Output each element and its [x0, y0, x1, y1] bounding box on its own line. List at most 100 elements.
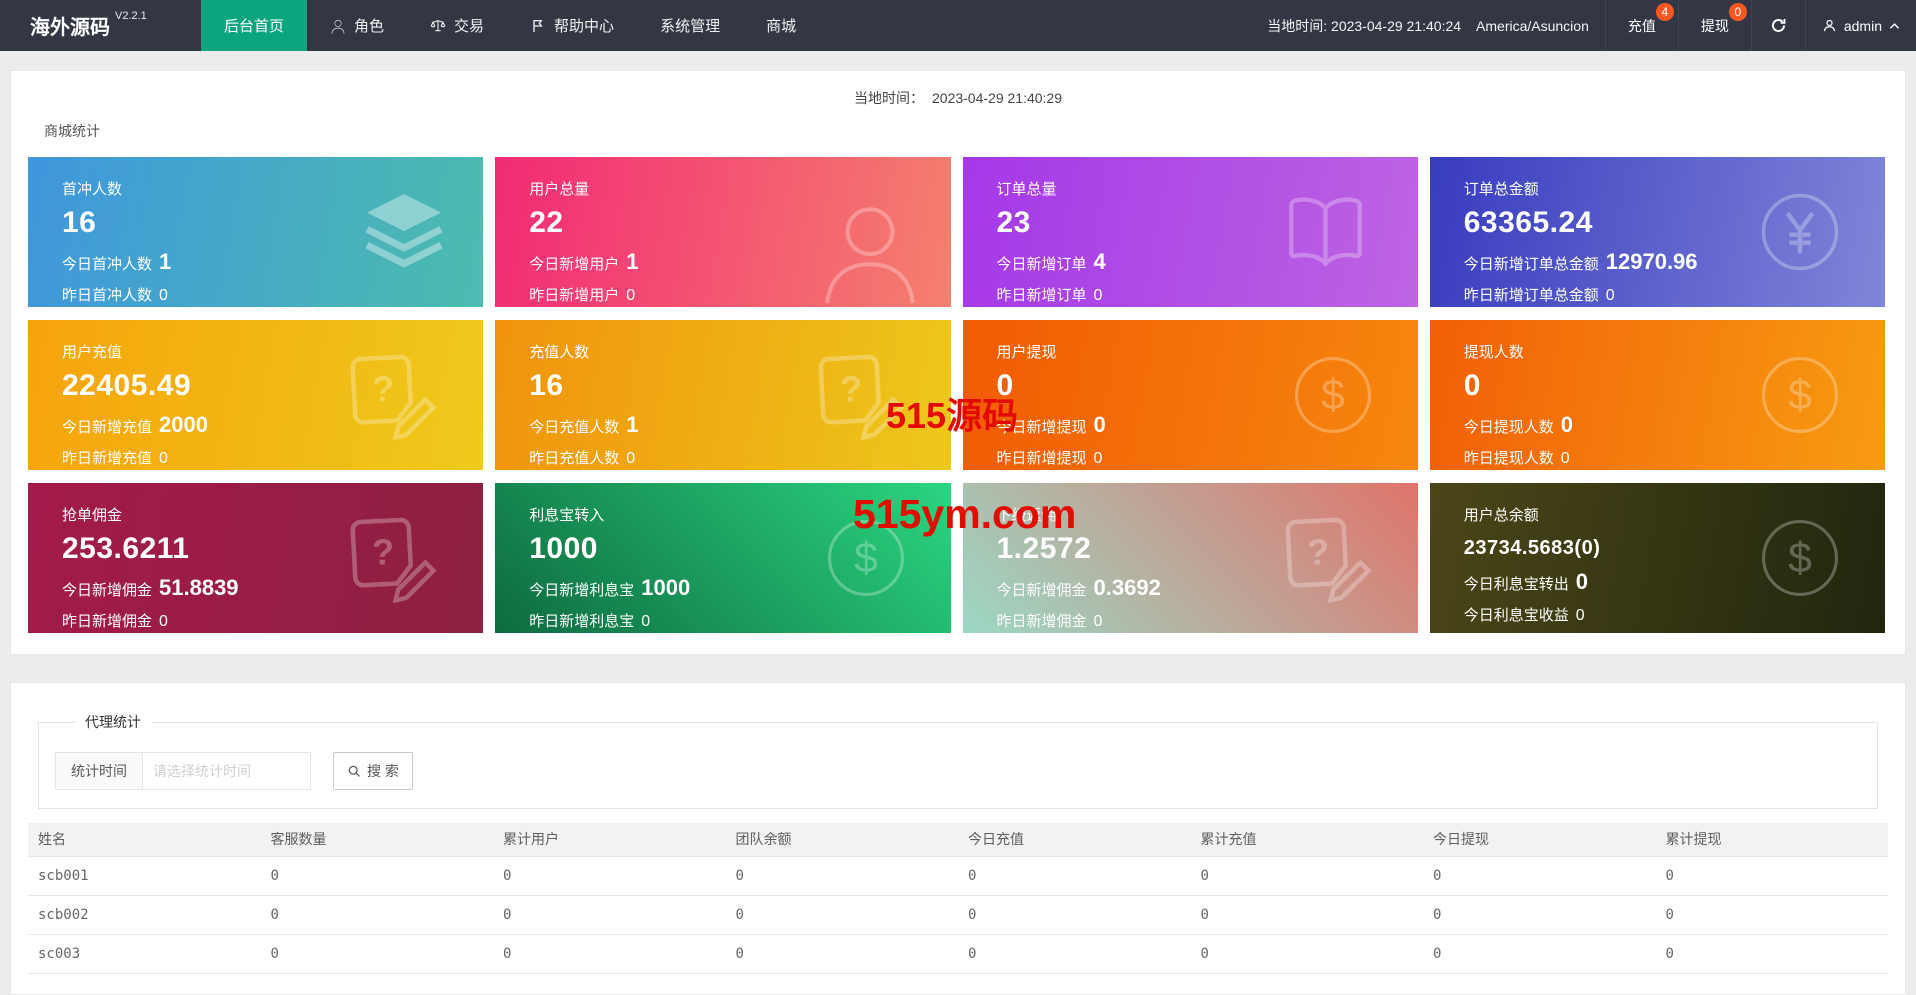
table-header-cell: 团队余额	[725, 823, 958, 857]
stat-card-5: 充值人数 16 今日充值人数 1 昨日充值人数 0?	[495, 320, 951, 470]
stat-card-subline-value: 0	[159, 450, 168, 467]
stat-card-4: 用户充值 22405.49 今日新增充值 2000 昨日新增充值 0?	[28, 320, 484, 470]
nav-menu-item-5[interactable]: 商城	[743, 0, 819, 51]
stat-card-subline-value: 0	[1093, 450, 1103, 467]
app-logo-text: 海外源码	[30, 17, 110, 39]
stat-card-subline-label: 今日首冲人数	[62, 256, 153, 273]
stat-card-subline-value: 0	[1093, 412, 1106, 437]
stat-time-label: 统计时间	[55, 752, 143, 790]
stat-card-subline-label: 今日新增利息宝	[529, 582, 635, 599]
content-local-time: 当地时间： 2023-04-29 21:40:29	[11, 71, 1905, 108]
nav-menu-item-4[interactable]: 系统管理	[637, 0, 743, 51]
table-cell: 0	[1423, 934, 1656, 974]
agent-table-body: scb001 0 0 0 0 0 0 0 scb002 0 0 0 0 0 0 0 sc003 0 0 0 0 0 0 0	[28, 856, 1888, 974]
stat-time-input[interactable]	[143, 752, 311, 790]
search-button[interactable]: 搜 索	[333, 752, 413, 790]
table-header-cell: 累计提现	[1655, 823, 1888, 857]
table-cell: 0	[1190, 934, 1423, 974]
stat-card-subline: 今日新增充值 2000	[62, 412, 483, 438]
stat-card-subline-label: 昨日新增利息宝	[529, 613, 635, 630]
table-header-cell: 累计充值	[1190, 823, 1423, 857]
table-cell: scb001	[28, 856, 261, 896]
user-icon	[1823, 19, 1835, 32]
stat-card-value: 22405.49	[62, 369, 192, 402]
agent-table: 姓名 客服数量 累计用户 团队余额 今日充值 累计充值 今日提现 累计提现 scb001 0 0 0…	[28, 823, 1888, 974]
stat-card-10: 下级返佣 1.2572 今日新增佣金 0.3692 昨日新增佣金 0?	[962, 483, 1418, 633]
nav-menu-item-0[interactable]: 后台首页	[201, 0, 308, 51]
agent-stats-fieldset: 代理统计 统计时间 搜 索	[38, 712, 1878, 809]
withdraw-badge: 0	[1728, 3, 1747, 21]
table-cell: 0	[1423, 895, 1656, 935]
refresh-button[interactable]	[1750, 0, 1805, 51]
stat-card-subline-label: 今日新增佣金	[62, 582, 153, 599]
stat-card-value: 23	[996, 206, 1031, 239]
stat-card-subline-value: 1	[159, 249, 172, 274]
stat-card-subline-label: 昨日充值人数	[529, 450, 620, 467]
stat-card-subline-value: 0	[1093, 287, 1103, 304]
refresh-icon	[1770, 17, 1787, 34]
table-row: sc003 0 0 0 0 0 0 0	[28, 934, 1888, 974]
stat-card-title: 用户充值	[62, 344, 123, 361]
table-cell: 0	[493, 895, 726, 935]
withdraw-button[interactable]: 提现 0	[1677, 0, 1751, 51]
stat-card-subline: 今日新增佣金 0.3692	[997, 575, 1418, 601]
nav-menu-item-label: 商城	[766, 18, 797, 35]
table-cell: 0	[1190, 895, 1423, 935]
stat-card-title: 下级返佣	[996, 507, 1057, 524]
flag-icon	[530, 18, 546, 34]
stat-card-subline: 昨日新增订单 0	[997, 284, 1418, 305]
local-time-text: 当地时间: 2023-04-29 21:40:24	[1267, 17, 1462, 34]
stat-card-8: 抢单佣金 253.6211 今日新增佣金 51.8839 昨日新增佣金 0?	[28, 483, 484, 633]
table-header-cell: 姓名	[28, 823, 261, 857]
chevron-up-icon	[1889, 22, 1900, 29]
nav-menu-item-1[interactable]: 角色	[307, 0, 407, 51]
recharge-label: 充值	[1627, 17, 1656, 34]
table-cell: 0	[1423, 856, 1656, 896]
stat-card-value: 253.6211	[62, 532, 190, 565]
stat-card-title: 用户总余额	[1463, 507, 1539, 524]
stat-card-value: 0	[996, 369, 1014, 402]
stat-card-3: 订单总金额 63365.24 今日新增订单总金额 12970.96 昨日新增订单总金额 0	[1429, 157, 1885, 307]
table-cell: sc003	[28, 934, 261, 974]
recharge-button[interactable]: 充值 4	[1604, 0, 1678, 51]
stat-card-subline-value: 1000	[641, 575, 691, 600]
nav-menu: 后台首页 角色 交易 帮助中心 系统管理 商城	[201, 0, 819, 51]
stat-card-subline-value: 0	[1605, 287, 1615, 304]
stat-card-subline-label: 昨日提现人数	[1463, 450, 1554, 467]
table-cell: 0	[725, 856, 958, 896]
stat-card-subline-label: 今日利息宝转出	[1463, 576, 1569, 593]
stat-card-subline-value: 0.3692	[1093, 575, 1161, 600]
nav-menu-item-label: 系统管理	[660, 18, 721, 35]
stat-card-0: 首冲人数 16 今日首冲人数 1 昨日首冲人数 0	[28, 157, 484, 307]
stat-card-title: 抢单佣金	[62, 507, 123, 524]
stat-card-subline-label: 今日新增提现	[996, 419, 1087, 436]
table-row: scb001 0 0 0 0 0 0 0	[28, 856, 1888, 896]
stat-card-subline: 昨日新增利息宝 0	[529, 610, 950, 631]
nav-menu-item-3[interactable]: 帮助中心	[507, 0, 637, 51]
agent-stats-legend: 代理统计	[85, 714, 141, 730]
user-menu[interactable]: admin	[1804, 0, 1916, 51]
stat-card-subline-label: 今日充值人数	[529, 419, 620, 436]
stat-card-subline-label: 今日新增用户	[529, 256, 620, 273]
stat-card-subline-label: 今日提现人数	[1463, 419, 1554, 436]
stat-card-subline-label: 昨日新增佣金	[62, 613, 153, 630]
app-version: V2.2.1	[115, 10, 147, 22]
stat-card-subline: 昨日首冲人数 0	[62, 284, 483, 305]
stat-card-subline-label: 今日新增充值	[62, 419, 153, 436]
nav-menu-item-2[interactable]: 交易	[407, 0, 507, 51]
table-header-cell: 客服数量	[260, 823, 493, 857]
content-local-time-value: 2023-04-29 21:40:29	[932, 90, 1062, 106]
stat-card-subline: 昨日提现人数 0	[1464, 447, 1885, 468]
nav-menu-item-label: 帮助中心	[554, 18, 615, 35]
nav-menu-item-label: 交易	[454, 18, 485, 35]
stat-card-subline: 今日利息宝转出 0	[1464, 569, 1885, 595]
stat-card-title: 充值人数	[529, 344, 590, 361]
stat-card-subline-label: 今日新增订单	[996, 256, 1087, 273]
stat-card-subline: 今日新增提现 0	[997, 412, 1418, 438]
stats-cards: 首冲人数 16 今日首冲人数 1 昨日首冲人数 0 用户总量 22 今日新增用户 1 昨日新增用户 0…	[28, 157, 1885, 633]
stat-card-subline-label: 昨日新增用户	[529, 287, 620, 304]
table-cell: 0	[493, 856, 726, 896]
search-button-label: 搜 索	[367, 763, 399, 779]
stat-card-subline-label: 今日新增订单总金额	[1463, 256, 1599, 273]
content-local-time-label: 当地时间：	[854, 90, 924, 106]
